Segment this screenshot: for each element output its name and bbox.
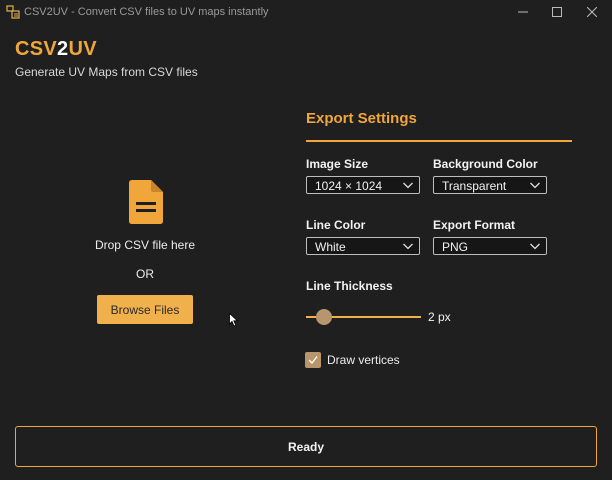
file-icon <box>129 180 163 224</box>
brand-part-csv: CSV <box>15 38 58 60</box>
line-color-select[interactable]: White <box>306 237 420 255</box>
export-format-value: PNG <box>442 240 469 254</box>
background-color-value: Transparent <box>442 179 507 193</box>
export-format-select[interactable]: PNG <box>433 237 547 255</box>
background-color-label: Background Color <box>433 157 538 171</box>
minimize-icon[interactable] <box>515 4 531 20</box>
chevron-down-icon <box>403 182 413 189</box>
line-thickness-value: 2 px <box>428 310 451 324</box>
browse-files-button[interactable]: Browse Files <box>97 295 193 324</box>
drop-prompt: Drop CSV file here <box>94 238 196 252</box>
image-size-value: 1024 × 1024 <box>315 179 383 193</box>
app-subtitle: Generate UV Maps from CSV files <box>15 65 198 79</box>
export-settings-title: Export Settings <box>306 110 417 127</box>
brand-part-uv: UV <box>68 38 97 60</box>
app-brand: CSV2UV <box>15 38 97 61</box>
status-bar: Ready <box>15 426 597 467</box>
settings-divider <box>306 140 572 142</box>
line-thickness-label: Line Thickness <box>306 279 393 293</box>
line-color-label: Line Color <box>306 218 366 232</box>
mouse-cursor-icon <box>229 312 239 327</box>
chevron-down-icon <box>403 243 413 250</box>
maximize-icon[interactable] <box>549 4 565 20</box>
image-size-label: Image Size <box>306 157 369 171</box>
chevron-down-icon <box>530 243 540 250</box>
draw-vertices-checkbox[interactable] <box>305 352 321 368</box>
draw-vertices-label[interactable]: Draw vertices <box>327 353 400 367</box>
app-icon <box>6 5 20 19</box>
title-bar: CSV2UV - Convert CSV files to UV maps in… <box>0 0 612 24</box>
line-thickness-slider-thumb[interactable] <box>316 309 332 325</box>
background-color-select[interactable]: Transparent <box>433 176 547 194</box>
window-title: CSV2UV - Convert CSV files to UV maps in… <box>24 6 269 18</box>
chevron-down-icon <box>530 182 540 189</box>
checkmark-icon <box>308 356 318 365</box>
image-size-select[interactable]: 1024 × 1024 <box>306 176 420 194</box>
status-text: Ready <box>287 439 325 454</box>
close-icon[interactable] <box>584 4 600 20</box>
brand-part-2: 2 <box>57 38 69 60</box>
export-format-label: Export Format <box>433 218 516 232</box>
or-separator: OR <box>136 267 154 281</box>
line-color-value: White <box>315 240 346 254</box>
